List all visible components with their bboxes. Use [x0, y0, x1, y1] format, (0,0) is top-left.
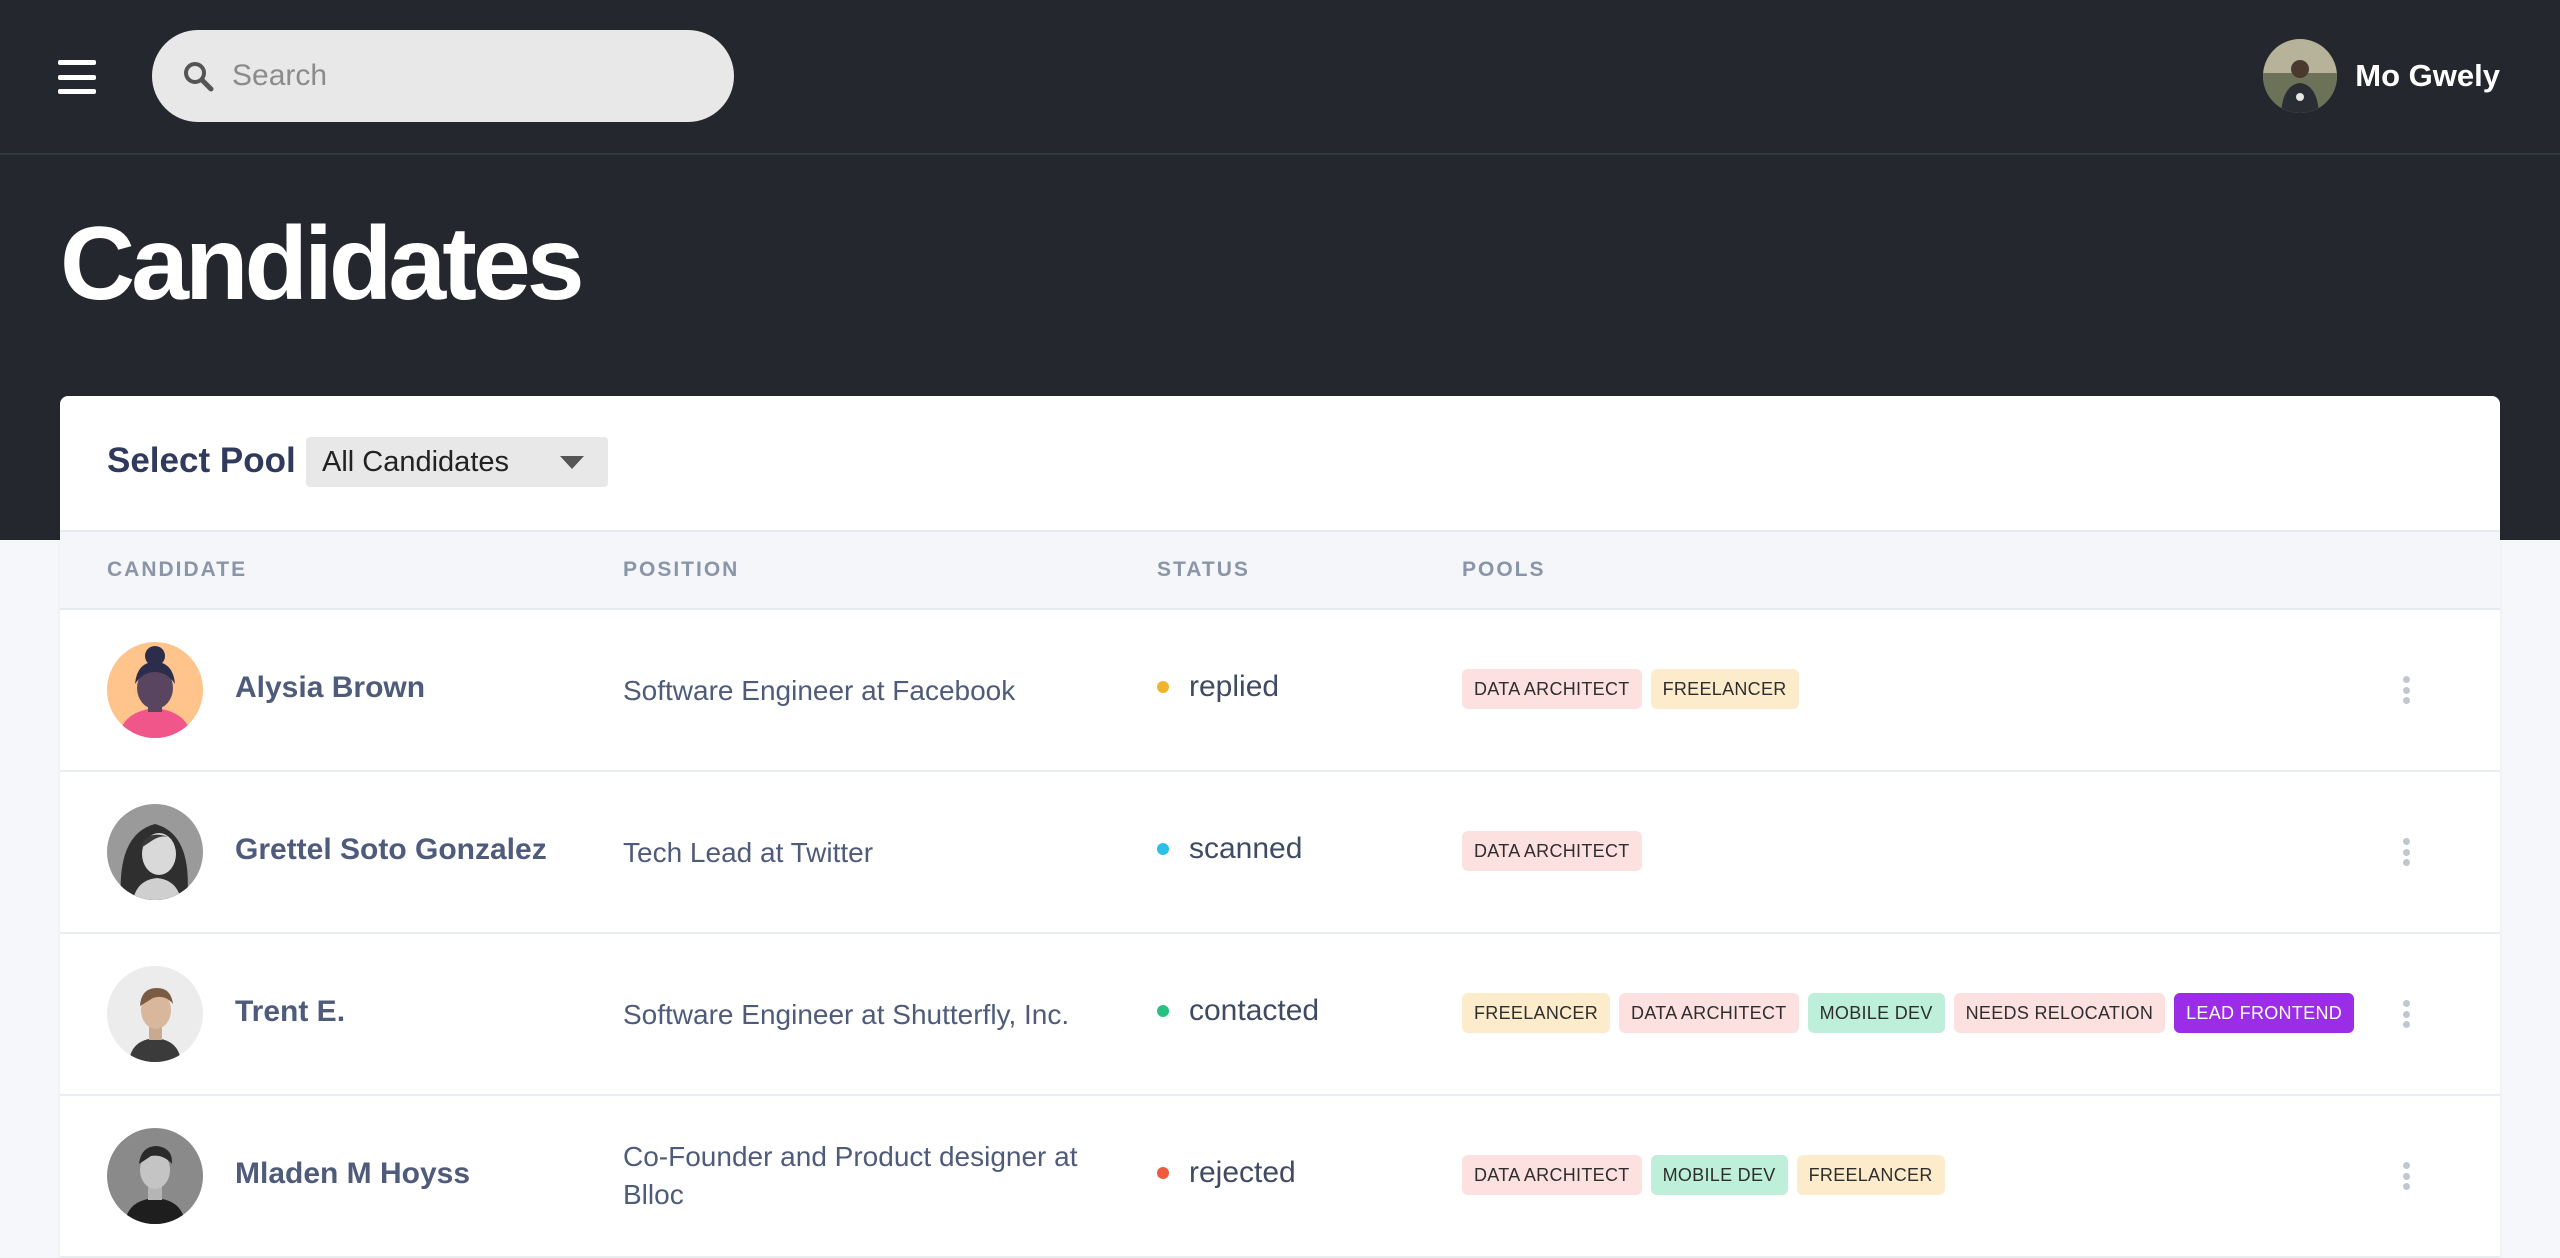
table-row[interactable]: Grettel Soto Gonzalez Tech Lead at Twitt…	[60, 772, 2500, 934]
pool-tags: DATA ARCHITECT MOBILE DEV FREELANCER	[1462, 1155, 1945, 1195]
pool-tags: FREELANCER DATA ARCHITECT MOBILE DEV NEE…	[1462, 993, 2355, 1033]
user-menu[interactable]: Mo Gwely	[2263, 38, 2500, 114]
pool-tag[interactable]: MOBILE DEV	[1807, 993, 1945, 1033]
chevron-down-icon	[560, 456, 584, 469]
status-indicator: scanned	[1157, 832, 1302, 866]
pool-tag[interactable]: FREELANCER	[1462, 993, 1611, 1033]
status-text: scanned	[1189, 832, 1303, 865]
hamburger-menu-icon[interactable]	[58, 60, 96, 94]
candidate-avatar	[107, 966, 203, 1062]
top-bar: Mo Gwely	[0, 0, 2560, 155]
pool-tag[interactable]: DATA ARCHITECT	[1462, 1155, 1642, 1195]
status-text: replied	[1189, 670, 1280, 703]
pool-dropdown-value: All Candidates	[322, 446, 509, 478]
table-row[interactable]: Trent E. Software Engineer at Shutterfly…	[60, 934, 2500, 1096]
status-dot-icon	[1157, 1005, 1169, 1017]
pool-tag[interactable]: DATA ARCHITECT	[1462, 669, 1642, 709]
pool-tag[interactable]: MOBILE DEV	[1650, 1155, 1788, 1195]
candidate-name[interactable]: Mladen M Hoyss	[235, 1157, 470, 1191]
table-row[interactable]: Mladen M Hoyss Co-Founder and Product de…	[60, 1096, 2500, 1258]
pool-tag[interactable]: FREELANCER	[1796, 1155, 1945, 1195]
pool-dropdown[interactable]: All Candidates	[306, 437, 608, 487]
more-options-icon[interactable]	[2396, 992, 2416, 1036]
user-name: Mo Gwely	[2355, 58, 2500, 93]
status-dot-icon	[1157, 1167, 1169, 1179]
pool-tags: DATA ARCHITECT	[1462, 831, 1642, 871]
column-header-position: POSITION	[623, 558, 740, 581]
status-text: rejected	[1189, 1156, 1296, 1189]
status-indicator: replied	[1157, 670, 1279, 704]
candidates-card: Select Pool All Candidates CANDIDATE POS…	[60, 396, 2500, 1258]
more-options-icon[interactable]	[2396, 668, 2416, 712]
search-box[interactable]	[152, 30, 734, 122]
pool-tag[interactable]: DATA ARCHITECT	[1619, 993, 1799, 1033]
search-input[interactable]	[232, 48, 702, 104]
candidate-position: Co-Founder and Product designer at Blloc	[623, 1141, 1078, 1210]
candidate-position: Software Engineer at Shutterfly, Inc.	[623, 999, 1070, 1030]
more-options-icon[interactable]	[2396, 830, 2416, 874]
select-pool-label: Select Pool	[107, 441, 296, 480]
status-indicator: rejected	[1157, 1156, 1296, 1190]
more-options-icon[interactable]	[2396, 1154, 2416, 1198]
table-header: CANDIDATE POSITION STATUS POOLS	[60, 530, 2500, 610]
candidate-name[interactable]: Trent E.	[235, 995, 345, 1029]
pool-tag[interactable]: DATA ARCHITECT	[1462, 831, 1642, 871]
pool-tag[interactable]: LEAD FRONTEND	[2174, 993, 2355, 1033]
pool-selector-bar: Select Pool All Candidates	[60, 396, 2500, 530]
pool-tag[interactable]: NEEDS RELOCATION	[1953, 993, 2166, 1033]
pool-tag[interactable]: FREELANCER	[1650, 669, 1799, 709]
candidate-avatar	[107, 1128, 203, 1224]
column-header-status: STATUS	[1157, 558, 1250, 581]
status-dot-icon	[1157, 681, 1169, 693]
pool-tags: DATA ARCHITECT FREELANCER	[1462, 669, 1799, 709]
candidate-name[interactable]: Grettel Soto Gonzalez	[235, 833, 547, 867]
column-header-pools: POOLS	[1462, 558, 1546, 581]
candidate-position: Software Engineer at Facebook	[623, 675, 1016, 706]
candidate-position: Tech Lead at Twitter	[623, 837, 874, 868]
table-row[interactable]: Alysia Brown Software Engineer at Facebo…	[60, 610, 2500, 772]
status-indicator: contacted	[1157, 994, 1319, 1028]
status-dot-icon	[1157, 843, 1169, 855]
page-title: Candidates	[60, 206, 585, 322]
search-icon	[184, 62, 214, 92]
status-text: contacted	[1189, 994, 1320, 1027]
candidate-name[interactable]: Alysia Brown	[235, 671, 425, 705]
candidate-avatar	[107, 804, 203, 900]
user-avatar	[2263, 39, 2338, 113]
column-header-candidate: CANDIDATE	[107, 558, 248, 581]
candidate-avatar	[107, 642, 203, 738]
